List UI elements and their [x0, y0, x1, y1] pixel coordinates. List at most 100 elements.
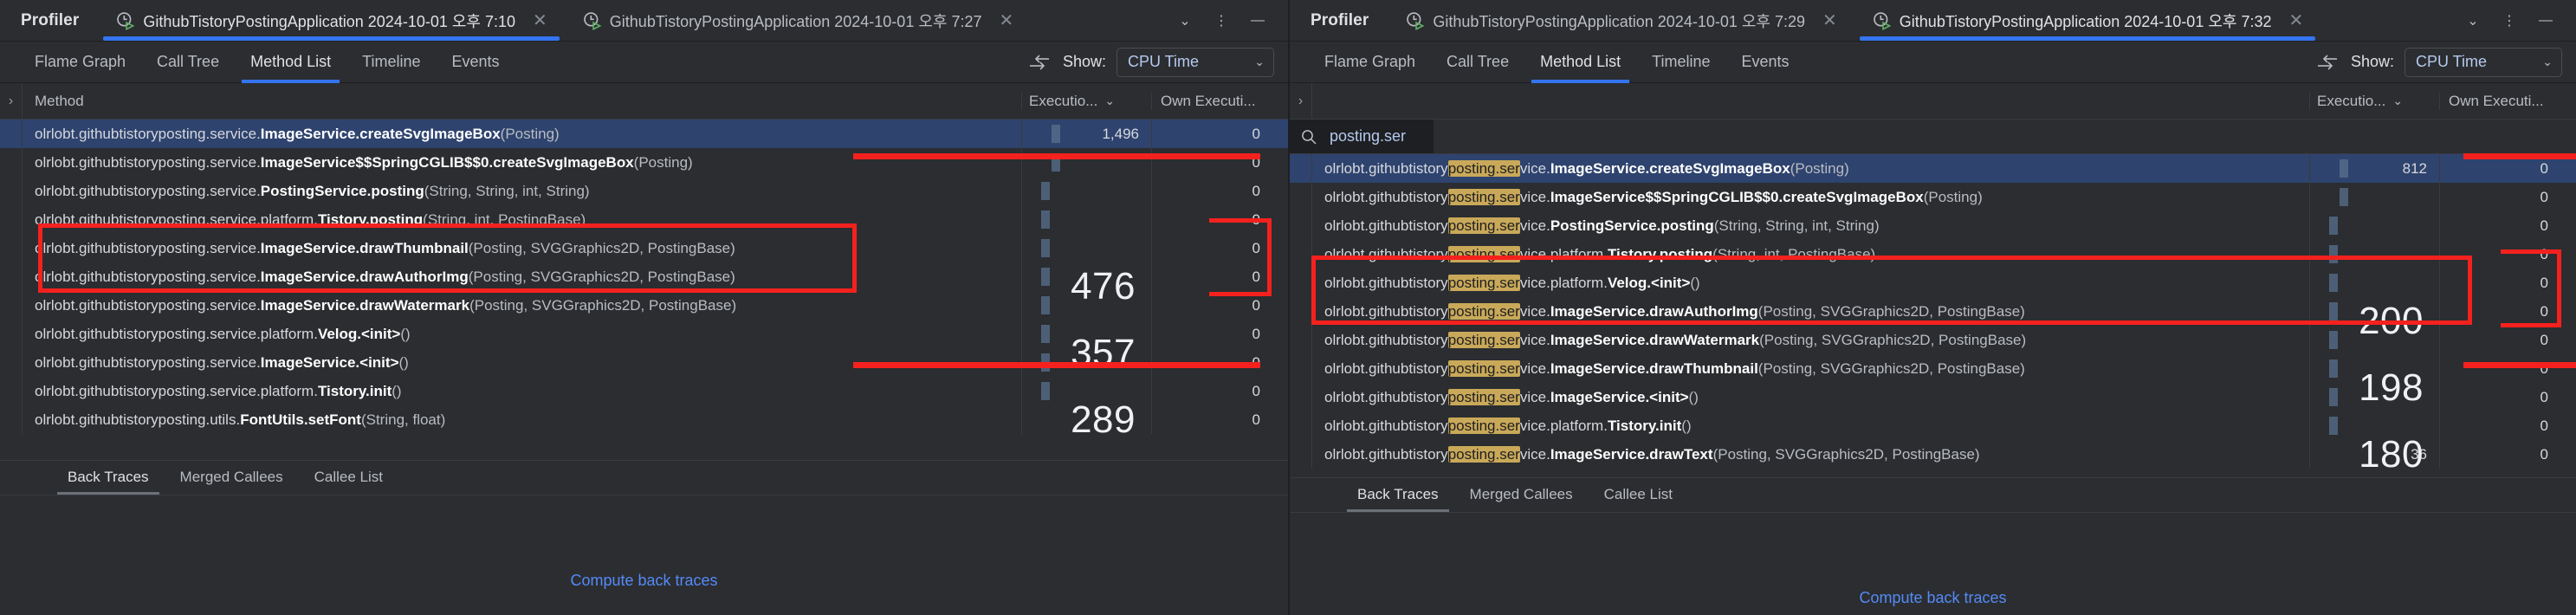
tab-events[interactable]: Events [437, 42, 515, 83]
table-row[interactable]: olrlobt.githubtistoryposting.service.Ima… [1290, 297, 2576, 326]
run-tab-1[interactable]: GithubTistoryPostingApplication 2024-10-… [1388, 0, 1854, 41]
row-method: olrlobt.githubtistoryposting.service.pla… [35, 325, 411, 342]
table-row[interactable]: olrlobt.githubtistoryposting.service.Ima… [0, 291, 1288, 320]
minimize-icon[interactable]: — [2527, 0, 2564, 42]
table-row[interactable]: olrlobt.githubtistoryposting.service.Ima… [1290, 154, 2576, 183]
execution-bar [2329, 331, 2338, 349]
expand-collapse-icon[interactable] [2316, 52, 2340, 73]
tab-call-tree[interactable]: Call Tree [1431, 42, 1524, 83]
expand-gutter-icon[interactable]: › [0, 83, 23, 119]
profiler-run-icon [583, 11, 601, 30]
column-header-execution[interactable]: Executio... ⌄ [2309, 92, 2439, 110]
bottom-panel: Compute back traces [1290, 511, 2576, 615]
tab-merged-callees[interactable]: Merged Callees [1454, 478, 1589, 512]
column-header-execution[interactable]: Executio... ⌄ [1021, 92, 1151, 110]
search-input[interactable]: posting.ser [1290, 120, 1434, 154]
tab-call-tree[interactable]: Call Tree [141, 42, 235, 83]
method-list-table: › Executio... ⌄ Own Executi... posting.s… [1290, 83, 2576, 477]
row-method: olrlobt.githubtistoryposting.service.pla… [1324, 274, 1700, 291]
execution-bar [1041, 182, 1050, 200]
table-row[interactable]: olrlobt.githubtistoryposting.service.Ima… [0, 234, 1288, 262]
table-row[interactable]: olrlobt.githubtistoryposting.service.Ima… [0, 348, 1288, 377]
expand-gutter-icon[interactable]: › [1290, 83, 1312, 119]
execution-bar [1041, 325, 1050, 343]
column-header-own-execution[interactable]: Own Executi... [2439, 92, 2562, 110]
compute-back-traces-link[interactable]: Compute back traces [1859, 589, 2006, 607]
row-execution [2309, 297, 2439, 326]
table-row[interactable]: olrlobt.githubtistoryposting.service.pla… [0, 377, 1288, 405]
tab-timeline[interactable]: Timeline [346, 42, 436, 83]
row-scroll-gutter [2562, 183, 2576, 211]
chevron-down-icon[interactable]: ⌄ [1167, 0, 1203, 42]
row-scroll-gutter [2562, 411, 2576, 440]
row-method: olrlobt.githubtistoryposting.service.Ima… [1324, 331, 2027, 348]
table-row[interactable]: olrlobt.githubtistoryposting.service.Pos… [0, 177, 1288, 205]
close-icon[interactable]: ✕ [1000, 12, 1014, 29]
search-input-value: posting.ser [1330, 127, 1407, 145]
row-gutter [0, 405, 23, 434]
run-tab-2[interactable]: GithubTistoryPostingApplication 2024-10-… [565, 0, 1031, 41]
table-row[interactable]: olrlobt.githubtistoryposting.service.Ima… [0, 262, 1288, 291]
table-row[interactable]: olrlobt.githubtistoryposting.service.Ima… [0, 120, 1288, 148]
minimize-icon[interactable]: — [1239, 0, 1276, 42]
table-row[interactable]: olrlobt.githubtistoryposting.service.Ima… [1290, 183, 2576, 211]
tab-method-list[interactable]: Method List [1524, 42, 1636, 83]
tab-events[interactable]: Events [1726, 42, 1805, 83]
sort-chevron-icon: ⌄ [2392, 94, 2404, 107]
run-tab-2[interactable]: GithubTistoryPostingApplication 2024-10-… [1854, 0, 2320, 41]
row-method: olrlobt.githubtistoryposting.utils.FontU… [35, 411, 446, 428]
row-own-execution: 0 [1151, 234, 1274, 262]
table-row[interactable]: olrlobt.githubtistoryposting.service.pla… [0, 320, 1288, 348]
close-icon[interactable]: ✕ [2289, 12, 2304, 29]
tab-timeline[interactable]: Timeline [1636, 42, 1725, 83]
row-scroll-gutter [2562, 354, 2576, 383]
search-highlight: posting.ser [1447, 445, 1520, 463]
compute-back-traces-link[interactable]: Compute back traces [570, 572, 717, 590]
table-row[interactable]: olrlobt.githubtistoryposting.service.Pos… [1290, 211, 2576, 240]
tab-method-list[interactable]: Method List [235, 42, 346, 83]
show-dropdown-value: CPU Time [2416, 53, 2488, 70]
table-row[interactable]: olrlobt.githubtistoryposting.service.Ima… [1290, 354, 2576, 383]
profiler-comparison-screenshot: Profiler GithubTistoryPostingApplication… [0, 0, 2576, 615]
column-header-method[interactable]: Method [23, 93, 1021, 110]
search-highlight: posting.ser [1447, 359, 1520, 377]
chevron-down-icon[interactable]: ⌄ [2455, 0, 2491, 42]
column-header-own-execution[interactable]: Own Executi... [1151, 92, 1274, 110]
tab-back-traces[interactable]: Back Traces [1342, 478, 1454, 512]
table-row[interactable]: olrlobt.githubtistoryposting.service.Ima… [1290, 440, 2576, 469]
view-tab-bar: Flame Graph Call Tree Method List Timeli… [1290, 42, 2576, 83]
more-options-icon[interactable]: ⋮ [1203, 0, 1239, 42]
more-options-icon[interactable]: ⋮ [2491, 0, 2527, 42]
tab-back-traces[interactable]: Back Traces [52, 461, 165, 495]
execution-bar [1041, 268, 1050, 286]
table-row[interactable]: olrlobt.githubtistoryposting.utils.FontU… [0, 405, 1288, 434]
row-execution [1021, 291, 1151, 320]
tab-flame-graph[interactable]: Flame Graph [19, 42, 141, 83]
table-row[interactable]: olrlobt.githubtistoryposting.service.Ima… [1290, 326, 2576, 354]
row-method: olrlobt.githubtistoryposting.service.Ima… [35, 153, 693, 171]
tab-callee-list[interactable]: Callee List [1589, 478, 1688, 512]
expand-collapse-icon[interactable] [1028, 52, 1052, 73]
show-dropdown[interactable]: CPU Time ⌄ [1116, 47, 1274, 77]
table-row[interactable]: olrlobt.githubtistoryposting.service.pla… [0, 205, 1288, 234]
table-row[interactable]: olrlobt.githubtistoryposting.service.pla… [1290, 240, 2576, 269]
search-highlight: posting.ser [1447, 188, 1520, 205]
execution-bar [1052, 153, 1060, 172]
search-highlight: posting.ser [1447, 417, 1520, 434]
show-dropdown-value: CPU Time [1128, 53, 1200, 70]
table-row[interactable]: olrlobt.githubtistoryposting.service.pla… [1290, 269, 2576, 297]
tab-merged-callees[interactable]: Merged Callees [165, 461, 299, 495]
run-tabs: GithubTistoryPostingApplication 2024-10-… [1388, 0, 2450, 41]
run-tab-1[interactable]: GithubTistoryPostingApplication 2024-10-… [98, 0, 564, 41]
table-row[interactable]: olrlobt.githubtistoryposting.service.pla… [1290, 411, 2576, 440]
tab-flame-graph[interactable]: Flame Graph [1309, 42, 1431, 83]
table-row[interactable]: olrlobt.githubtistoryposting.service.Ima… [1290, 383, 2576, 411]
close-icon[interactable]: ✕ [1822, 12, 1837, 29]
close-icon[interactable]: ✕ [533, 12, 547, 29]
row-execution: 36 [2309, 440, 2439, 469]
table-row[interactable]: olrlobt.githubtistoryposting.service.Ima… [0, 148, 1288, 177]
tab-callee-list[interactable]: Callee List [299, 461, 398, 495]
row-own-execution: 0 [1151, 205, 1274, 234]
show-dropdown[interactable]: CPU Time ⌄ [2404, 47, 2562, 77]
chevron-down-icon: ⌄ [2542, 55, 2553, 68]
